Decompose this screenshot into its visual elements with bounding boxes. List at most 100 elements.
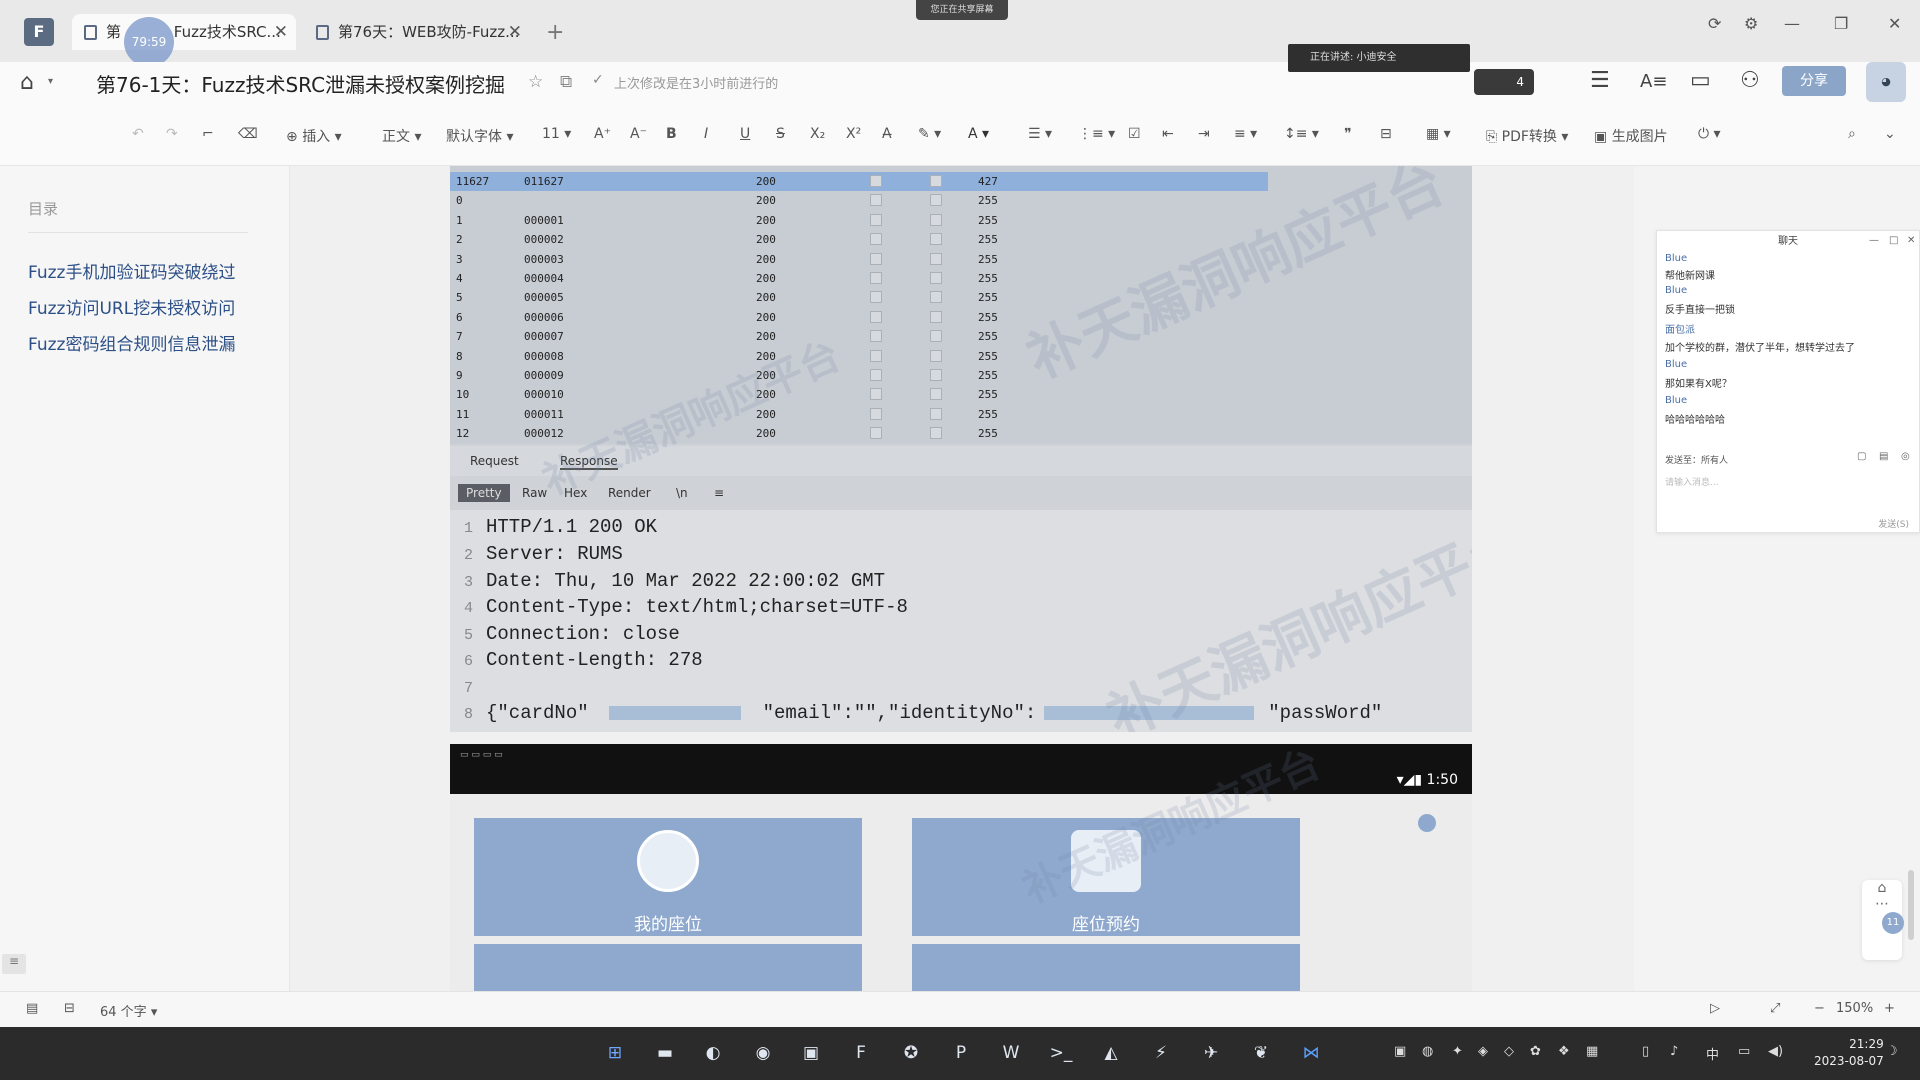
page-view-icon[interactable]: ⊟: [64, 1001, 75, 1016]
indent-decrease-icon[interactable]: ⇤: [1162, 126, 1174, 142]
bullet-list-icon[interactable]: ☰ ▾: [1028, 126, 1052, 142]
file-icon[interactable]: ▢: [1857, 451, 1866, 462]
pycharm-icon[interactable]: P: [946, 1038, 976, 1068]
format-painter-icon[interactable]: ⌐: [202, 126, 214, 142]
minimize-icon[interactable]: —: [1869, 235, 1879, 246]
table-row[interactable]: 8 000008 200 255: [450, 347, 1472, 366]
highlight-icon[interactable]: ✎ ▾: [918, 126, 941, 142]
close-icon[interactable]: ✕: [1907, 235, 1915, 246]
outline-item[interactable]: Fuzz访问URL挖未授权访问: [28, 294, 235, 319]
present-icon[interactable]: ▭: [1690, 68, 1711, 93]
underline-icon[interactable]: U: [740, 126, 750, 142]
battery-icon[interactable]: ▯: [1642, 1044, 1649, 1059]
edge-icon[interactable]: ◐: [698, 1038, 728, 1068]
tray-icon[interactable]: ▣: [1394, 1044, 1406, 1059]
table-icon[interactable]: ▦ ▾: [1426, 126, 1451, 142]
generate-image-button[interactable]: ▣ 生成图片: [1594, 126, 1668, 146]
scrollbar[interactable]: [1908, 870, 1914, 940]
font-size-select[interactable]: 11 ▾: [542, 126, 571, 142]
tab-request[interactable]: Request: [470, 454, 519, 468]
file-explorer-icon[interactable]: ▬: [650, 1038, 680, 1068]
burp-icon[interactable]: ✪: [896, 1038, 926, 1068]
tray-icon[interactable]: ◈: [1478, 1044, 1488, 1059]
chrome-icon[interactable]: ◉: [748, 1038, 778, 1068]
pdf-convert-button[interactable]: ⎘ PDF转换 ▾: [1486, 126, 1568, 146]
vscode-icon[interactable]: ⋈: [1296, 1038, 1326, 1068]
italic-icon[interactable]: I: [704, 126, 708, 142]
outline-item[interactable]: Fuzz密码组合规则信息泄漏: [28, 330, 235, 355]
undo-icon[interactable]: ↶: [132, 126, 144, 142]
tile[interactable]: [912, 944, 1300, 991]
eraser-icon[interactable]: ⌫: [238, 126, 258, 142]
star-icon[interactable]: ☆: [528, 72, 543, 92]
insert-button[interactable]: ⊕ 插入 ▾: [286, 126, 342, 146]
avatar[interactable]: ◕: [1866, 62, 1906, 102]
zoom-level[interactable]: 150%: [1836, 1001, 1873, 1016]
strikethrough-icon[interactable]: S: [776, 126, 785, 142]
plugin-icon[interactable]: ⏻ ▾: [1698, 126, 1721, 142]
send-button[interactable]: 发送(S): [1878, 517, 1909, 530]
checklist-icon[interactable]: ☑: [1128, 126, 1141, 142]
table-row[interactable]: 10 000010 200 255: [450, 385, 1472, 404]
outline-item[interactable]: Fuzz手机加验证码突破绕过: [28, 258, 235, 283]
table-row[interactable]: 11 000011 200 255: [450, 405, 1472, 424]
table-row[interactable]: 9 000009 200 255: [450, 366, 1472, 385]
table-row[interactable]: 1 000001 200 255: [450, 211, 1472, 230]
send-to-select[interactable]: 发送至：所有人: [1665, 453, 1728, 466]
volume-icon[interactable]: ◀): [1768, 1044, 1783, 1059]
tray-icon[interactable]: ✿: [1530, 1044, 1541, 1059]
table-row[interactable]: 7 000007 200 255: [450, 327, 1472, 346]
chat-input[interactable]: 请输入消息...: [1665, 475, 1719, 488]
tab-web-fuzz[interactable]: 第76天：WEB攻防-Fuzz... ✕: [304, 14, 530, 50]
close-window-icon[interactable]: ✕: [1888, 14, 1901, 33]
my-seat-tile[interactable]: 我的座位: [474, 818, 862, 936]
seat-reservation-tile[interactable]: 座位预约: [912, 818, 1300, 936]
table-row[interactable]: 2 000002 200 255: [450, 230, 1472, 249]
view-newline[interactable]: \n: [676, 486, 688, 500]
notes-app-icon[interactable]: F: [846, 1038, 876, 1068]
superscript-icon[interactable]: X²: [846, 126, 861, 142]
zoom-in-icon[interactable]: +: [1884, 1001, 1895, 1016]
paragraph-style-select[interactable]: 正文 ▾: [382, 126, 421, 146]
table-row[interactable]: 5 000005 200 255: [450, 288, 1472, 307]
font-select[interactable]: 默认字体 ▾: [446, 126, 513, 146]
table-row[interactable]: 3 000003 200 255: [450, 250, 1472, 269]
user-icon[interactable]: ◎: [1901, 451, 1910, 462]
app-icon[interactable]: ◭: [1096, 1038, 1126, 1068]
divider-icon[interactable]: ⊟: [1380, 126, 1392, 142]
quote-icon[interactable]: ❞: [1344, 126, 1352, 142]
app-logo[interactable]: F: [24, 18, 54, 46]
tab-response[interactable]: Response: [560, 454, 618, 470]
fullscreen-icon[interactable]: ⤢: [1770, 1001, 1780, 1016]
zoom-out-icon[interactable]: −: [1814, 1001, 1825, 1016]
new-tab-icon[interactable]: +: [546, 20, 564, 45]
font-color-icon[interactable]: A ▾: [968, 126, 989, 142]
table-row[interactable]: 0 200 255: [450, 191, 1472, 210]
table-row[interactable]: 6 000006 200 255: [450, 308, 1472, 327]
tray-icon[interactable]: ❖: [1558, 1044, 1570, 1059]
outline-view-icon[interactable]: ▤: [26, 1001, 38, 1016]
align-icon[interactable]: ≡ ▾: [1234, 126, 1257, 142]
bold-icon[interactable]: B: [666, 126, 677, 142]
redo-icon[interactable]: ↷: [166, 126, 178, 142]
app-icon[interactable]: ❦: [1246, 1038, 1276, 1068]
maximize-icon[interactable]: ❐: [1834, 14, 1848, 33]
app-icon[interactable]: ⚡: [1146, 1038, 1176, 1068]
settings-icon[interactable]: ⚙: [1744, 14, 1758, 33]
view-raw[interactable]: Raw: [522, 486, 547, 500]
font-shrink-icon[interactable]: A⁻: [630, 126, 647, 142]
font-grow-icon[interactable]: A⁺: [594, 126, 611, 142]
message-count-badge[interactable]: 11: [1882, 912, 1904, 934]
table-row[interactable]: 12 000012 200 255: [450, 424, 1472, 443]
table-row[interactable]: 4 000004 200 255: [450, 269, 1472, 288]
numbered-list-icon[interactable]: ⋮≡ ▾: [1078, 126, 1115, 142]
save-icon[interactable]: ▤: [1879, 451, 1888, 462]
microphone-icon[interactable]: ♪: [1670, 1044, 1678, 1059]
outline-toggle-icon[interactable]: ≡: [2, 954, 26, 974]
view-pretty[interactable]: Pretty: [458, 484, 510, 502]
view-hex[interactable]: Hex: [564, 486, 587, 500]
share-button[interactable]: 分享: [1782, 66, 1846, 96]
system-clock[interactable]: 21:29 2023-08-07: [1814, 1036, 1884, 1070]
view-render[interactable]: Render: [608, 486, 651, 500]
close-icon[interactable]: ✕: [274, 14, 288, 50]
